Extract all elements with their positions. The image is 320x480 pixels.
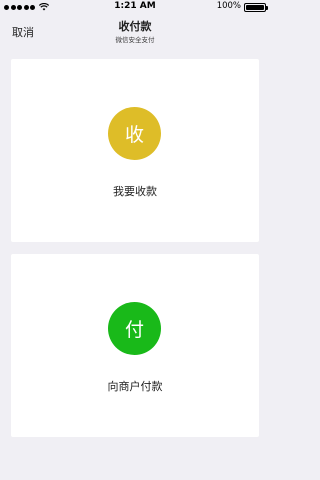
receive-money-card[interactable]: 收 我要收款 [11,59,259,242]
receive-icon: 收 [108,107,161,160]
receive-money-label: 我要收款 [113,185,157,198]
battery-icon [244,3,268,12]
pay-merchant-label: 向商户付款 [107,380,163,393]
page-subtitle: 微信安全支付 [115,36,155,44]
pay-icon: 付 [108,302,161,355]
status-bar: 1:21 AM 100% [0,0,270,14]
navigation-bar: 取消 收付款 微信安全支付 [0,14,270,50]
pay-merchant-card[interactable]: 付 向商户付款 [11,254,259,437]
battery-percentage: 100% [216,1,241,11]
page-title: 收付款 [118,20,152,33]
